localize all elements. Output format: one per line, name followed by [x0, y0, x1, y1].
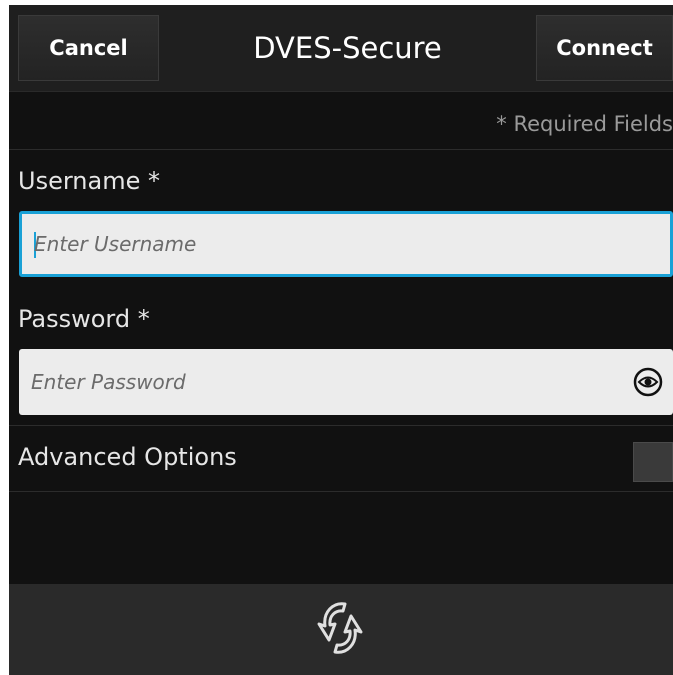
advanced-options-checkbox[interactable]: [633, 442, 673, 482]
advanced-options-label: Advanced Options: [18, 443, 237, 471]
password-field[interactable]: [19, 349, 673, 415]
password-input[interactable]: [31, 349, 611, 415]
cancel-button[interactable]: Cancel: [18, 15, 159, 81]
eye-icon[interactable]: [633, 367, 663, 397]
password-label: Password *: [18, 305, 150, 333]
page-title: DVES-Secure: [253, 31, 442, 65]
username-input[interactable]: [34, 214, 614, 274]
divider: [9, 425, 673, 426]
sync-logo-icon: [317, 602, 363, 654]
required-fields-note: * Required Fields: [496, 112, 673, 136]
username-field[interactable]: [19, 211, 673, 277]
title-bar: Cancel DVES-Secure Connect: [9, 5, 673, 92]
divider: [9, 491, 673, 492]
connect-button[interactable]: Connect: [536, 15, 673, 81]
divider: [9, 149, 673, 150]
app-screen: Cancel DVES-Secure Connect * Required Fi…: [9, 5, 673, 675]
bottom-bar: [9, 584, 673, 675]
username-label: Username *: [18, 167, 160, 195]
